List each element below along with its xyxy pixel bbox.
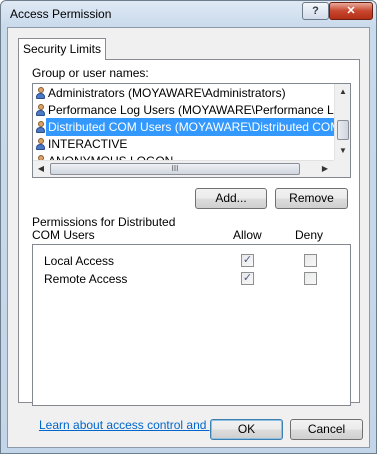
vertical-scrollbar[interactable]: ▲ ▼ xyxy=(334,84,350,160)
local-access-allow-checkbox[interactable]: ✓ xyxy=(241,254,254,267)
permission-name: Local Access xyxy=(44,254,115,268)
allow-column-header: Allow xyxy=(233,228,262,242)
horizontal-scrollbar[interactable]: ◀ III ▶ xyxy=(33,160,334,177)
user-group-icon xyxy=(35,104,46,116)
list-item-label: Administrators (MOYAWARE\Administrators) xyxy=(48,86,286,100)
cancel-button[interactable]: Cancel xyxy=(290,419,363,440)
scroll-right-icon[interactable]: ▶ xyxy=(317,161,333,177)
deny-column-header: Deny xyxy=(295,228,324,242)
group-names-label: Group or user names: xyxy=(32,66,149,80)
list-item-label: INTERACTIVE xyxy=(48,137,128,151)
list-item[interactable]: Administrators (MOYAWARE\Administrators) xyxy=(33,84,333,102)
permissions-grid: Local Access ✓ Remote Access ✓ xyxy=(32,244,351,406)
vertical-scroll-thumb[interactable] xyxy=(337,120,349,140)
local-access-deny-checkbox[interactable] xyxy=(304,254,317,267)
permission-row-local-access: Local Access ✓ xyxy=(33,252,350,270)
close-icon: ✕ xyxy=(346,5,356,17)
list-item[interactable]: INTERACTIVE xyxy=(33,135,333,153)
dialog-client-area: Security Limits Group or user names: Adm… xyxy=(7,27,370,448)
permission-row-remote-access: Remote Access ✓ xyxy=(33,270,350,288)
help-button[interactable]: ? xyxy=(302,2,329,20)
list-item-label: Distributed COM Users (MOYAWARE\Distribu… xyxy=(46,118,350,136)
list-item-label: Performance Log Users (MOYAWARE\Performa… xyxy=(48,103,351,117)
list-item-selected[interactable]: Distributed COM Users (MOYAWARE\Distribu… xyxy=(33,118,350,136)
list-item[interactable]: Performance Log Users (MOYAWARE\Performa… xyxy=(33,101,350,119)
group-user-list[interactable]: Administrators (MOYAWARE\Administrators)… xyxy=(32,83,351,178)
user-group-icon xyxy=(35,138,46,150)
remove-button[interactable]: Remove xyxy=(275,188,348,209)
ok-button[interactable]: OK xyxy=(210,419,283,440)
scrollbar-corner xyxy=(334,160,350,177)
user-group-icon xyxy=(35,121,46,133)
permission-name: Remote Access xyxy=(44,272,128,286)
window-title: Access Permission xyxy=(10,7,112,21)
permissions-label: Permissions for Distributed COM Users xyxy=(32,215,176,242)
scroll-down-icon[interactable]: ▼ xyxy=(335,143,350,159)
add-button[interactable]: Add... xyxy=(195,188,267,209)
security-limits-panel: Group or user names: Administrators (MOY… xyxy=(18,59,360,432)
close-button[interactable]: ✕ xyxy=(329,2,373,20)
title-bar[interactable]: Access Permission ? ✕ xyxy=(1,1,376,27)
user-group-icon xyxy=(35,87,46,99)
scroll-left-icon[interactable]: ◀ xyxy=(33,161,49,177)
tab-security-limits[interactable]: Security Limits xyxy=(18,38,106,60)
scroll-up-icon[interactable]: ▲ xyxy=(335,84,350,100)
remote-access-deny-checkbox[interactable] xyxy=(304,272,317,285)
remote-access-allow-checkbox[interactable]: ✓ xyxy=(241,272,254,285)
horizontal-scroll-thumb[interactable]: III xyxy=(50,163,300,175)
access-permission-window: Access Permission ? ✕ Security Limits Gr… xyxy=(0,0,377,454)
